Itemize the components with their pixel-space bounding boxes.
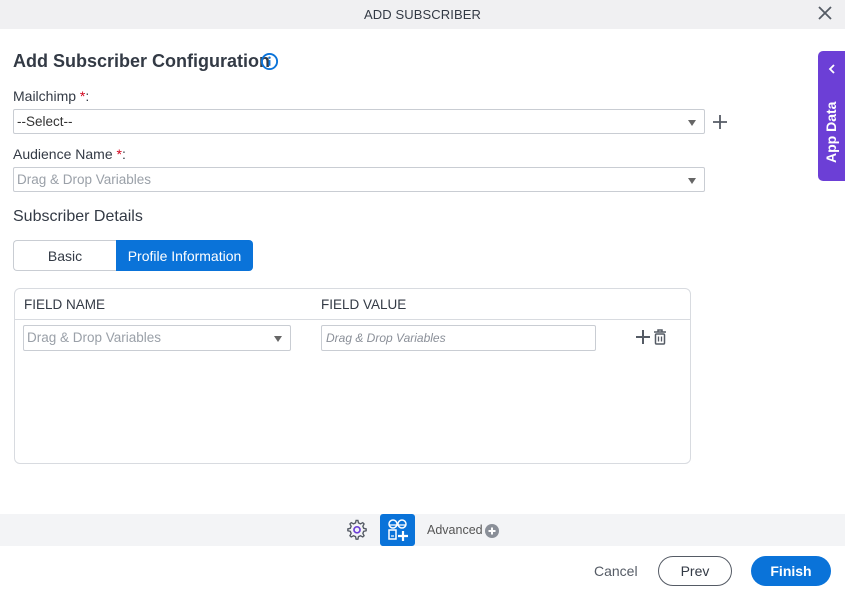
gear-icon[interactable] [346, 519, 368, 541]
close-icon[interactable] [817, 5, 833, 21]
advanced-label[interactable]: Advanced [427, 523, 483, 537]
delete-row-trash-icon[interactable] [653, 329, 667, 345]
chevron-down-icon [688, 120, 696, 126]
chevron-down-icon [688, 178, 696, 184]
profile-fields-grid: FIELD NAME FIELD VALUE Drag & Drop Varia… [14, 288, 691, 464]
audience-name-label: Audience Name *: [13, 146, 126, 162]
tab-basic[interactable]: Basic [13, 240, 116, 271]
tab-profile-information[interactable]: Profile Information [116, 240, 253, 271]
cancel-button[interactable]: Cancel [594, 563, 638, 579]
add-connection-plus-icon[interactable] [712, 114, 728, 130]
advanced-plus-icon[interactable] [485, 524, 499, 538]
dialog-titlebar: ADD SUBSCRIBER [0, 0, 845, 29]
mailchimp-select-value: --Select-- [17, 114, 73, 129]
advanced-toolbar [0, 514, 845, 546]
variable-mapping-button[interactable] [380, 514, 415, 546]
field-value-input[interactable]: Drag & Drop Variables [321, 325, 596, 351]
info-icon[interactable] [260, 52, 279, 71]
field-name-select[interactable]: Drag & Drop Variables [23, 325, 291, 351]
grid-header: FIELD NAME FIELD VALUE [15, 289, 690, 320]
prev-button[interactable]: Prev [658, 556, 732, 586]
field-name-placeholder: Drag & Drop Variables [27, 330, 162, 345]
app-data-label: App Data [823, 101, 839, 163]
audience-name-placeholder: Drag & Drop Variables [17, 172, 152, 187]
audience-name-select[interactable]: Drag & Drop Variables [13, 167, 705, 192]
column-header-field-name: FIELD NAME [24, 297, 106, 312]
row-actions [635, 329, 667, 345]
dialog-title: ADD SUBSCRIBER [364, 7, 481, 22]
mailchimp-select[interactable]: --Select-- [13, 109, 705, 134]
app-data-panel-toggle[interactable]: App Data [818, 51, 845, 181]
chevron-down-icon [274, 336, 282, 342]
subscriber-details-tabs: Basic Profile Information [13, 240, 253, 271]
add-row-plus-icon[interactable] [635, 329, 651, 345]
variable-mapping-icon [388, 519, 408, 541]
finish-button[interactable]: Finish [751, 556, 831, 586]
subscriber-details-title: Subscriber Details [13, 208, 143, 225]
chevron-left-icon [828, 64, 835, 74]
mailchimp-label: Mailchimp *: [13, 88, 90, 104]
column-header-field-value: FIELD VALUE [321, 297, 407, 312]
page-title: Add Subscriber Configuration [13, 51, 271, 71]
